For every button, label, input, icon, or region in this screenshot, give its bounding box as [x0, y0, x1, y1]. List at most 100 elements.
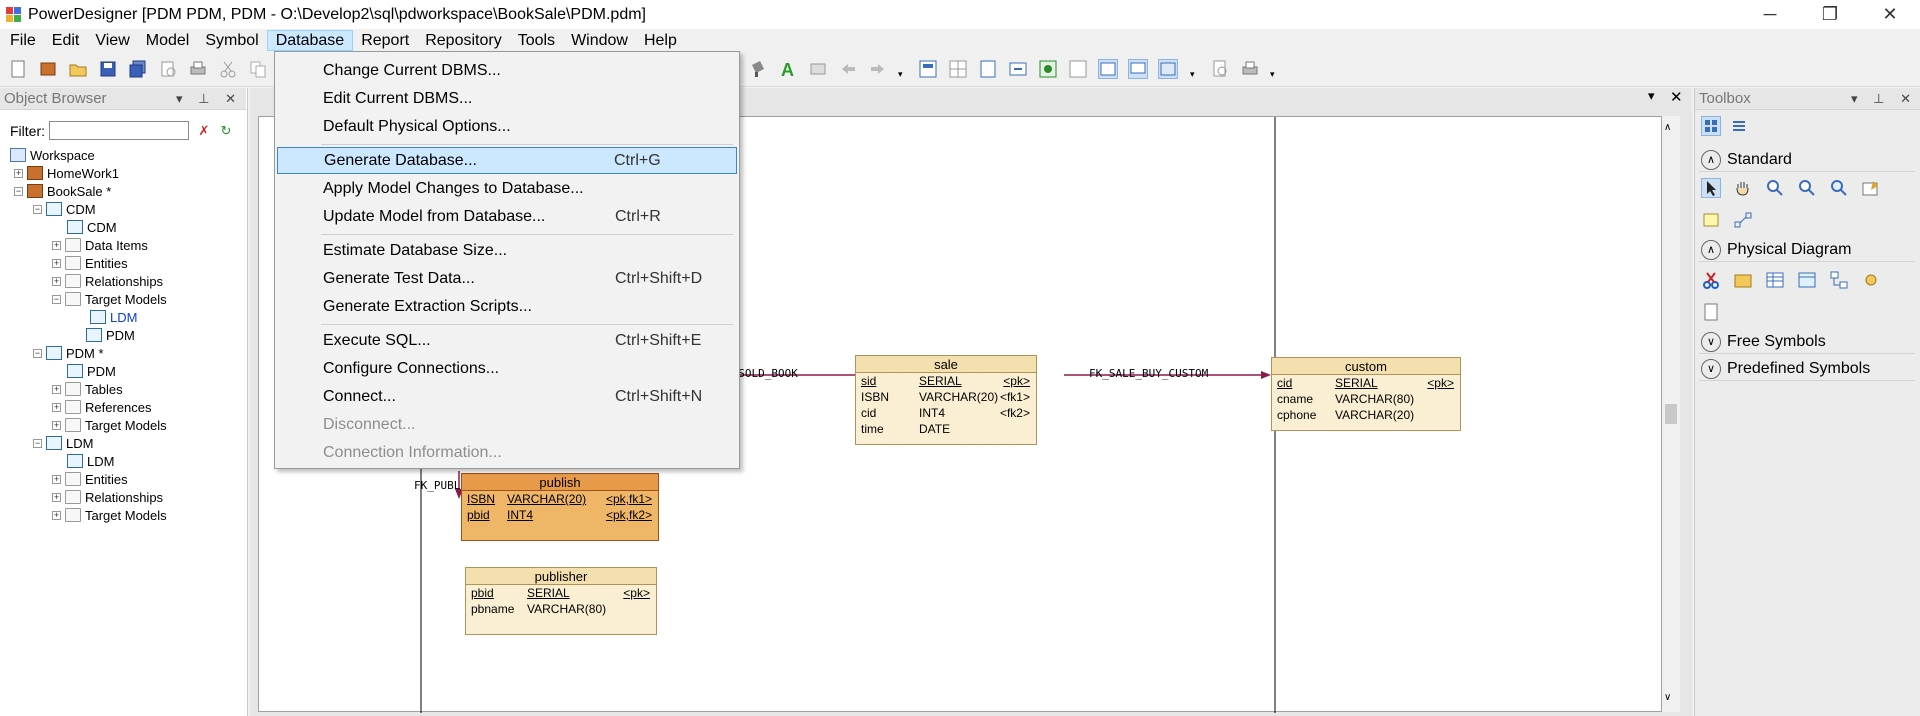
- view-tool-icon[interactable]: [1797, 270, 1817, 290]
- expand-icon[interactable]: +: [52, 402, 61, 412]
- expand-icon[interactable]: +: [52, 276, 61, 286]
- menu-item-generate-test-data[interactable]: Generate Test Data... Ctrl+Shift+D: [277, 265, 737, 292]
- toolbox-section-free-symbols[interactable]: ∨ Free Symbols: [1699, 330, 1915, 354]
- collapse-icon[interactable]: −: [33, 348, 42, 358]
- link-tool-icon[interactable]: [1733, 210, 1753, 230]
- table-custom[interactable]: custom cid SERIAL <pk> cname VARCHAR(80) cp…: [1271, 357, 1461, 431]
- line-style-icon[interactable]: [808, 59, 828, 79]
- tree-node-target-models[interactable]: + Target Models: [52, 506, 167, 524]
- collapse-section-icon[interactable]: ∧: [1701, 149, 1721, 170]
- new-icon[interactable]: [8, 59, 28, 79]
- toolbox-section-standard[interactable]: ∧ Standard: [1699, 148, 1915, 172]
- expand-icon[interactable]: +: [52, 474, 61, 484]
- tree-node-target-models[interactable]: − Target Models: [52, 290, 167, 308]
- expand-icon[interactable]: +: [52, 492, 61, 502]
- menu-item-default-physical-options[interactable]: Default Physical Options...: [277, 113, 737, 140]
- tree-node-references[interactable]: + References: [52, 398, 151, 416]
- collapse-icon[interactable]: −: [33, 204, 42, 214]
- collapse-icon[interactable]: −: [52, 294, 61, 304]
- copy-icon[interactable]: [248, 59, 268, 79]
- menu-view[interactable]: View: [87, 30, 137, 51]
- tree-node-entities[interactable]: + Entities: [52, 470, 128, 488]
- cut-icon[interactable]: [218, 59, 238, 79]
- package-tool-icon[interactable]: [1733, 270, 1753, 290]
- menu-symbol[interactable]: Symbol: [197, 30, 266, 51]
- tree-node-entities[interactable]: + Entities: [52, 254, 128, 272]
- tree-node-cdm[interactable]: − CDM: [33, 200, 96, 218]
- menu-tools[interactable]: Tools: [510, 30, 563, 51]
- tree-node-target-models[interactable]: + Target Models: [52, 416, 167, 434]
- menu-item-generate-database[interactable]: Generate Database... Ctrl+G: [277, 147, 737, 174]
- tree-node-cdm-diagram[interactable]: CDM: [67, 218, 117, 236]
- zoom-out-icon[interactable]: [1797, 178, 1817, 198]
- align-icon[interactable]: [918, 59, 938, 79]
- arrange-icon[interactable]: [1008, 59, 1028, 79]
- tree-node-data-items[interactable]: + Data Items: [52, 236, 148, 254]
- tree-node-relationships[interactable]: + Relationships: [52, 488, 163, 506]
- menu-help[interactable]: Help: [636, 30, 685, 51]
- table-publish[interactable]: publish ISBN VARCHAR(20) <pk,fk1> pbid INT4…: [461, 473, 659, 541]
- collapse-icon[interactable]: −: [14, 186, 23, 196]
- clear-filter-icon[interactable]: ✗: [197, 123, 211, 138]
- tree-node-tables[interactable]: + Tables: [52, 380, 123, 398]
- menu-item-apply-model-changes[interactable]: Apply Model Changes to Database...: [277, 175, 737, 202]
- list-view-icon[interactable]: [1729, 116, 1749, 136]
- properties-icon[interactable]: [1861, 178, 1881, 198]
- pointer-tool-icon[interactable]: [1701, 178, 1721, 198]
- toolbar-overflow-icon[interactable]: ▾: [898, 59, 908, 79]
- collapse-section-icon[interactable]: ∧: [1701, 239, 1721, 260]
- menu-item-change-current-dbms[interactable]: Change Current DBMS...: [277, 57, 737, 84]
- close-window-button[interactable]: ✕: [1860, 0, 1920, 29]
- tree-node-pdm-shortcut[interactable]: PDM: [86, 326, 135, 344]
- file-tool-icon[interactable]: [1701, 302, 1721, 322]
- expand-icon[interactable]: +: [14, 168, 23, 178]
- toolbox-section-predefined-symbols[interactable]: ∨ Predefined Symbols: [1699, 357, 1915, 381]
- show-grid-icon[interactable]: [1098, 59, 1118, 79]
- tree-node-homework1[interactable]: + HomeWork1: [14, 164, 119, 182]
- cut-tool-icon[interactable]: [1701, 270, 1721, 290]
- menu-item-estimate-database-size[interactable]: Estimate Database Size...: [277, 237, 737, 264]
- menu-item-execute-sql[interactable]: Execute SQL... Ctrl+Shift+E: [277, 327, 737, 354]
- toolbox-section-physical-diagram[interactable]: ∧ Physical Diagram: [1699, 238, 1915, 262]
- new-model-icon[interactable]: [38, 59, 58, 79]
- expand-icon[interactable]: +: [52, 420, 61, 430]
- menu-item-edit-current-dbms[interactable]: Edit Current DBMS...: [277, 85, 737, 112]
- close-diagram-icon[interactable]: ✕: [1670, 88, 1683, 106]
- open-icon[interactable]: [68, 59, 88, 79]
- open-package-icon[interactable]: [1829, 178, 1849, 198]
- table-publisher[interactable]: publisher pbid SERIAL <pk> pbname VARCHAR(8…: [465, 567, 657, 635]
- refresh-icon[interactable]: ↻: [219, 123, 233, 138]
- print-icon[interactable]: [188, 59, 208, 79]
- menu-item-connect[interactable]: Connect... Ctrl+Shift+N: [277, 383, 737, 410]
- expand-section-icon[interactable]: ∨: [1701, 331, 1721, 352]
- tree-node-ldm-shortcut[interactable]: LDM: [90, 308, 137, 326]
- expand-section-icon[interactable]: ∨: [1701, 358, 1721, 379]
- output-icon[interactable]: [1158, 59, 1178, 79]
- menu-file[interactable]: File: [2, 30, 44, 51]
- format-painter-icon[interactable]: [748, 59, 768, 79]
- print-diagram-icon[interactable]: [1240, 59, 1260, 79]
- save-all-icon[interactable]: [128, 59, 148, 79]
- print-preview-icon[interactable]: [158, 59, 178, 79]
- grid-icon[interactable]: [948, 59, 968, 79]
- zoom-in-icon[interactable]: [1765, 178, 1785, 198]
- tree-node-workspace[interactable]: Workspace: [10, 146, 95, 164]
- menu-item-configure-connections[interactable]: Configure Connections...: [277, 355, 737, 382]
- table-sale[interactable]: sale sid SERIAL <pk> ISBN VARCHAR(20) <fk1> …: [855, 355, 1037, 445]
- filter-input[interactable]: [49, 121, 189, 140]
- note-tool-icon[interactable]: [1701, 210, 1721, 230]
- menu-item-generate-extraction-scripts[interactable]: Generate Extraction Scripts...: [277, 293, 737, 320]
- redo-icon[interactable]: [868, 59, 888, 79]
- minimize-button[interactable]: ─: [1740, 0, 1800, 29]
- layout-icon[interactable]: [1038, 59, 1058, 79]
- diagram-menu-icon[interactable]: ▾: [1648, 88, 1655, 104]
- panel-controls-icon[interactable]: ▾ ⊥ ✕: [176, 88, 242, 110]
- save-icon[interactable]: [98, 59, 118, 79]
- reference-tool-icon[interactable]: [1829, 270, 1849, 290]
- comment-icon[interactable]: [1128, 59, 1148, 79]
- maximize-button[interactable]: ❐: [1800, 0, 1860, 29]
- table-tool-icon[interactable]: [1765, 270, 1785, 290]
- expand-icon[interactable]: +: [52, 258, 61, 268]
- menu-model[interactable]: Model: [138, 30, 198, 51]
- grabber-tool-icon[interactable]: [1733, 178, 1753, 198]
